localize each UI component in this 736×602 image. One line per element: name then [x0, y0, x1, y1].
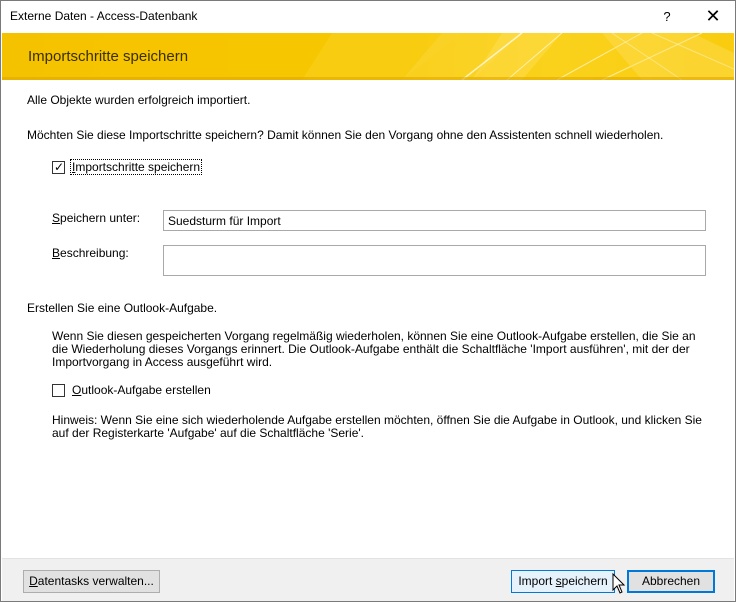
description-input[interactable] — [163, 245, 706, 276]
outlook-info-text: Wenn Sie diesen gespeicherten Vorgang re… — [52, 329, 696, 369]
outlook-task-label[interactable]: Outlook-Aufgabe erstellen — [72, 383, 211, 397]
window-title: Externe Daten - Access-Datenbank — [10, 9, 198, 23]
success-message: Alle Objekte wurden erfolgreich importie… — [27, 93, 251, 107]
manage-data-tasks-button[interactable]: Datentasks verwalten... — [23, 570, 160, 593]
banner-title: Importschritte speichern — [28, 48, 189, 65]
save-steps-checkbox[interactable]: ✓ — [52, 160, 65, 174]
checkmark-icon: ✓ — [54, 160, 65, 174]
mouse-pointer-icon — [612, 573, 626, 594]
focus-rectangle: Importschritte speichern — [70, 159, 203, 175]
save-import-button[interactable]: Import speichern — [511, 570, 615, 593]
dialog-window: Externe Daten - Access-Datenbank ? ✕ Imp… — [0, 0, 736, 602]
close-button[interactable]: ✕ — [693, 1, 733, 32]
cancel-button[interactable]: Abbrechen — [627, 570, 715, 593]
hint-text: Hinweis: Wenn Sie eine sich wiederholend… — [52, 413, 702, 440]
header-banner: Importschritte speichern — [2, 33, 734, 80]
outlook-task-checkbox[interactable] — [52, 384, 65, 397]
save-as-input[interactable]: Suedsturm für Import — [163, 210, 706, 231]
save-question: Möchten Sie diese Importschritte speiche… — [27, 128, 664, 142]
outlook-section-title: Erstellen Sie eine Outlook-Aufgabe. — [27, 301, 218, 315]
help-button[interactable]: ? — [649, 1, 685, 32]
save-as-label: Speichern unter: — [52, 211, 141, 225]
description-label: Beschreibung: — [52, 246, 129, 260]
save-steps-label[interactable]: Importschritte speichern — [70, 159, 203, 175]
title-bar: Externe Daten - Access-Datenbank ? ✕ — [1, 1, 735, 32]
